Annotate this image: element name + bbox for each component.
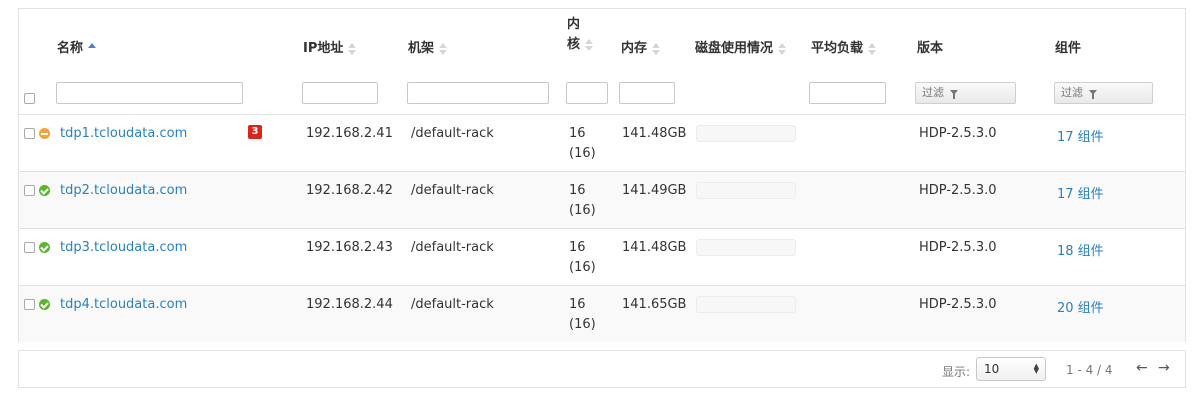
column-header-components: 组件 (1055, 41, 1082, 56)
memory-filter-input[interactable] (619, 82, 675, 104)
components-filter-button[interactable]: 过滤 (1054, 82, 1153, 104)
host-name-link[interactable]: tdp3.tcloudata.com (60, 240, 187, 255)
column-header-ip[interactable]: IP地址 (303, 37, 357, 56)
components-filter-label: 过滤 (1061, 86, 1083, 99)
page-size-label: 显示: (942, 365, 971, 379)
cores-filter-input[interactable] (566, 82, 608, 104)
host-rack: /default-rack (411, 126, 494, 141)
host-components-link[interactable]: 17 组件 (1057, 126, 1104, 145)
column-header-disk[interactable]: 磁盘使用情况 (695, 37, 787, 56)
row-checkbox[interactable] (24, 185, 35, 196)
select-arrows-icon: ▲ ▼ (1033, 362, 1039, 375)
host-components-link[interactable]: 18 组件 (1057, 240, 1104, 259)
disk-usage-bar (696, 125, 796, 142)
host-rack: /default-rack (411, 240, 494, 255)
host-cores-total: (16) (569, 203, 596, 218)
column-header-memory[interactable]: 内存 (621, 37, 661, 56)
page-size-select[interactable]: 10 ▲ ▼ (976, 357, 1046, 381)
pagination-bar: 显示: 10 ▲ ▼ 1 - 4 / 4 ← → (18, 350, 1186, 388)
host-ip: 192.168.2.43 (306, 240, 393, 255)
column-header-name[interactable]: 名称 (57, 37, 97, 56)
version-filter-label: 过滤 (922, 86, 944, 99)
host-name-link[interactable]: tdp2.tcloudata.com (60, 183, 187, 198)
host-memory: 141.48GB (622, 240, 687, 255)
next-page-icon[interactable]: → (1158, 360, 1170, 376)
rack-filter-input[interactable] (407, 82, 549, 104)
host-cores: 16 (569, 297, 586, 312)
host-cores: 16 (569, 126, 586, 141)
host-cores-total: (16) (569, 317, 596, 332)
host-version: HDP-2.5.3.0 (919, 126, 997, 141)
host-version: HDP-2.5.3.0 (919, 183, 997, 198)
table-row: tdp3.tcloudata.com 192.168.2.43 /default… (19, 228, 1185, 285)
column-header-version: 版本 (917, 41, 944, 56)
host-cores-total: (16) (569, 146, 596, 161)
alert-count-badge[interactable]: 3 (248, 125, 262, 139)
disk-usage-bar (696, 239, 796, 256)
filter-icon (950, 90, 958, 99)
healthy-status-icon (39, 299, 50, 310)
select-all-checkbox[interactable] (24, 93, 35, 104)
filter-icon (1089, 90, 1097, 99)
host-cores-total: (16) (569, 260, 596, 275)
load-filter-input[interactable] (809, 82, 886, 104)
sort-icon (348, 42, 357, 55)
host-cores: 16 (569, 183, 586, 198)
warning-status-icon (39, 128, 50, 139)
table-row: tdp2.tcloudata.com 192.168.2.42 /default… (19, 171, 1185, 228)
version-filter-button[interactable]: 过滤 (915, 82, 1016, 104)
host-cores: 16 (569, 240, 586, 255)
host-memory: 141.65GB (622, 297, 687, 312)
disk-usage-bar (696, 296, 796, 313)
sort-icon (439, 42, 448, 55)
row-checkbox[interactable] (24, 242, 35, 253)
row-checkbox[interactable] (24, 299, 35, 310)
healthy-status-icon (39, 242, 50, 253)
sort-icon (585, 38, 594, 51)
column-header-load[interactable]: 平均负载 (811, 37, 877, 56)
row-checkbox[interactable] (24, 128, 35, 139)
host-memory: 141.49GB (622, 183, 687, 198)
table-row: tdp4.tcloudata.com 192.168.2.44 /default… (19, 285, 1185, 342)
host-name-link[interactable]: tdp1.tcloudata.com (60, 126, 187, 141)
host-components-link[interactable]: 17 组件 (1057, 183, 1104, 202)
page-size-value: 10 (984, 362, 1000, 376)
hosts-table: 名称 IP地址 机架 内核 内存 磁盘使用情况 平均负载 版本 组件 过滤 过滤… (18, 8, 1186, 342)
host-ip: 192.168.2.42 (306, 183, 393, 198)
prev-page-icon[interactable]: ← (1136, 360, 1148, 376)
host-ip: 192.168.2.44 (306, 297, 393, 312)
host-rack: /default-rack (411, 297, 494, 312)
host-components-link[interactable]: 20 组件 (1057, 297, 1104, 316)
sort-icon (868, 42, 877, 55)
column-header-rack[interactable]: 机架 (408, 37, 448, 56)
page-range: 1 - 4 / 4 (1066, 363, 1113, 377)
ip-filter-input[interactable] (302, 82, 378, 104)
table-row: tdp1.tcloudata.com 3 192.168.2.41 /defau… (19, 114, 1185, 171)
host-ip: 192.168.2.41 (306, 126, 393, 141)
healthy-status-icon (39, 185, 50, 196)
host-name-link[interactable]: tdp4.tcloudata.com (60, 297, 187, 312)
sort-icon (778, 42, 787, 55)
name-filter-input[interactable] (56, 82, 243, 104)
disk-usage-bar (696, 182, 796, 199)
host-rack: /default-rack (411, 183, 494, 198)
sort-icon (652, 42, 661, 55)
host-version: HDP-2.5.3.0 (919, 240, 997, 255)
column-header-cores[interactable]: 内核 (567, 15, 594, 55)
host-memory: 141.48GB (622, 126, 687, 141)
host-version: HDP-2.5.3.0 (919, 297, 997, 312)
sort-asc-icon (88, 42, 97, 55)
